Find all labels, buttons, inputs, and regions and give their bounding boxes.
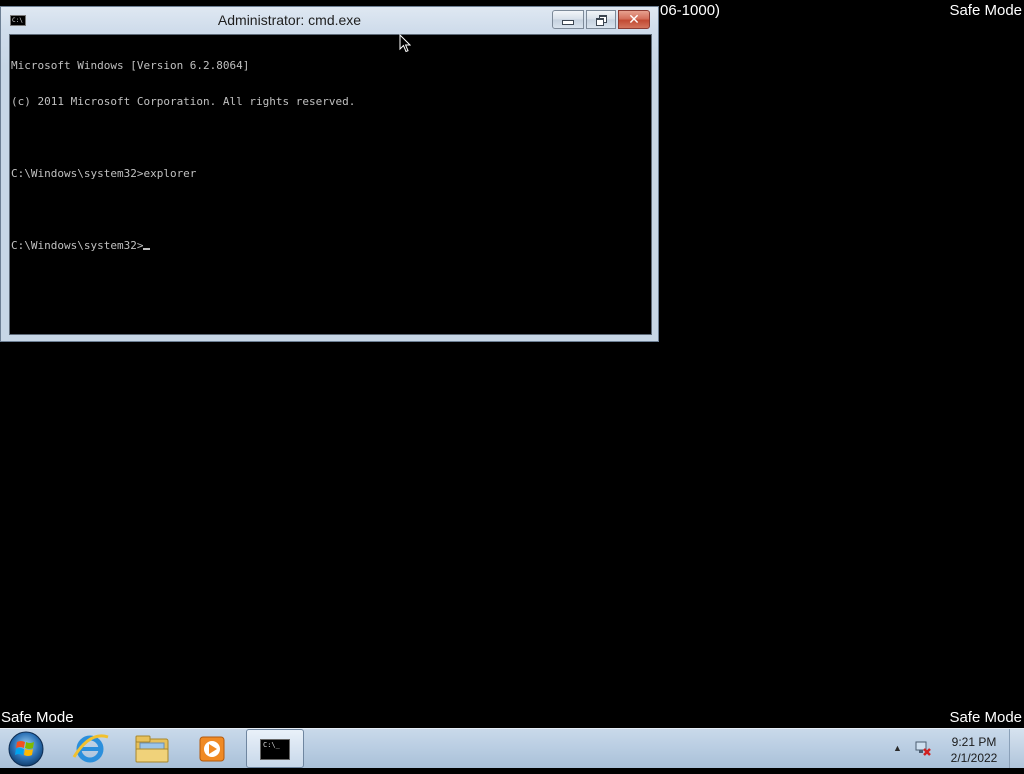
- restore-icon: [596, 14, 607, 26]
- minimize-button[interactable]: [552, 10, 584, 29]
- safe-mode-label-top-right: Safe Mode: [949, 2, 1022, 19]
- media-player-icon: [199, 736, 225, 762]
- window-titlebar[interactable]: C:\ Administrator: cmd.exe ✕: [1, 7, 658, 33]
- system-clock[interactable]: 9:21 PM 2/1/2022: [944, 734, 1004, 766]
- windows-logo-icon: [8, 731, 44, 767]
- taskbar: C:\_ ▲ 9:21 PM 2/1/2022: [0, 728, 1024, 768]
- console-output[interactable]: Microsoft Windows [Version 6.2.8064] (c)…: [9, 34, 652, 335]
- taskbar-media-player[interactable]: [184, 729, 240, 769]
- clock-date: 2/1/2022: [950, 751, 998, 765]
- console-prompt-line[interactable]: C:\Windows\system32>: [11, 240, 651, 252]
- show-desktop-button[interactable]: [1009, 729, 1024, 768]
- restore-button[interactable]: [586, 10, 616, 29]
- console-line: Microsoft Windows [Version 6.2.8064]: [11, 59, 250, 72]
- console-prompt: C:\Windows\system32>: [11, 239, 144, 252]
- taskbar-cmd-active[interactable]: C:\_: [246, 729, 304, 768]
- minimize-icon: [562, 20, 574, 25]
- mouse-pointer-icon: [399, 34, 411, 53]
- taskbar-file-explorer[interactable]: [124, 729, 180, 769]
- build-info-text: 06-1000): [660, 2, 721, 19]
- caption-buttons: ✕: [552, 10, 650, 29]
- folder-icon: [135, 735, 169, 763]
- internet-explorer-icon: [72, 734, 109, 763]
- start-button[interactable]: [6, 730, 46, 768]
- clock-time: 9:21 PM: [951, 735, 997, 749]
- cmd-window[interactable]: C:\ Administrator: cmd.exe ✕ Microsoft W…: [0, 6, 659, 342]
- taskbar-internet-explorer[interactable]: [62, 729, 118, 769]
- network-disconnected-icon: [915, 741, 931, 756]
- network-status-button[interactable]: [914, 739, 932, 762]
- close-icon: ✕: [628, 11, 640, 28]
- console-line: (c) 2011 Microsoft Corporation. All righ…: [11, 95, 356, 108]
- close-button[interactable]: ✕: [618, 10, 650, 29]
- safe-mode-label-bottom-left: Safe Mode: [1, 709, 74, 726]
- console-line: C:\Windows\system32>explorer: [11, 167, 197, 180]
- show-hidden-icons-button[interactable]: ▲: [893, 743, 902, 753]
- text-cursor: [143, 248, 151, 250]
- safe-mode-label-bottom-right: Safe Mode: [949, 709, 1022, 726]
- cmd-taskbar-icon: C:\_: [260, 739, 290, 760]
